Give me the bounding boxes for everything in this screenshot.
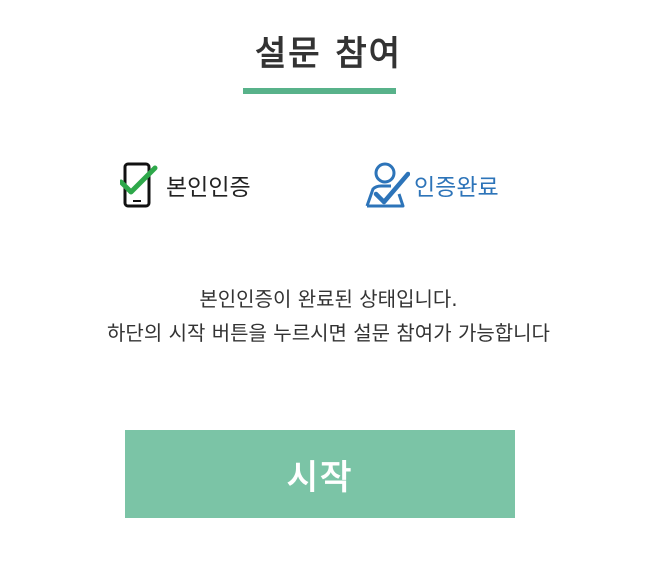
phone-check-icon xyxy=(118,160,166,210)
step-verification-complete: 인증완료 xyxy=(364,160,499,210)
status-message-line-1: 본인인증이 완료된 상태입니다. xyxy=(199,287,458,311)
status-message-line-2: 하단의 시작 버튼을 누르시면 설문 참여가 가능합니다 xyxy=(107,321,550,345)
page-title: 설문 참여 xyxy=(255,34,402,74)
start-button[interactable]: 시작 xyxy=(125,430,515,518)
status-message: 본인인증이 완료된 상태입니다. 하단의 시작 버튼을 누르시면 설문 참여가 … xyxy=(0,282,657,350)
step-label-identity: 본인인증 xyxy=(166,175,251,201)
step-identity-verification: 본인인증 xyxy=(118,160,251,210)
user-check-icon xyxy=(364,160,411,210)
title-underline xyxy=(243,88,396,94)
step-label-complete: 인증완료 xyxy=(414,175,499,201)
